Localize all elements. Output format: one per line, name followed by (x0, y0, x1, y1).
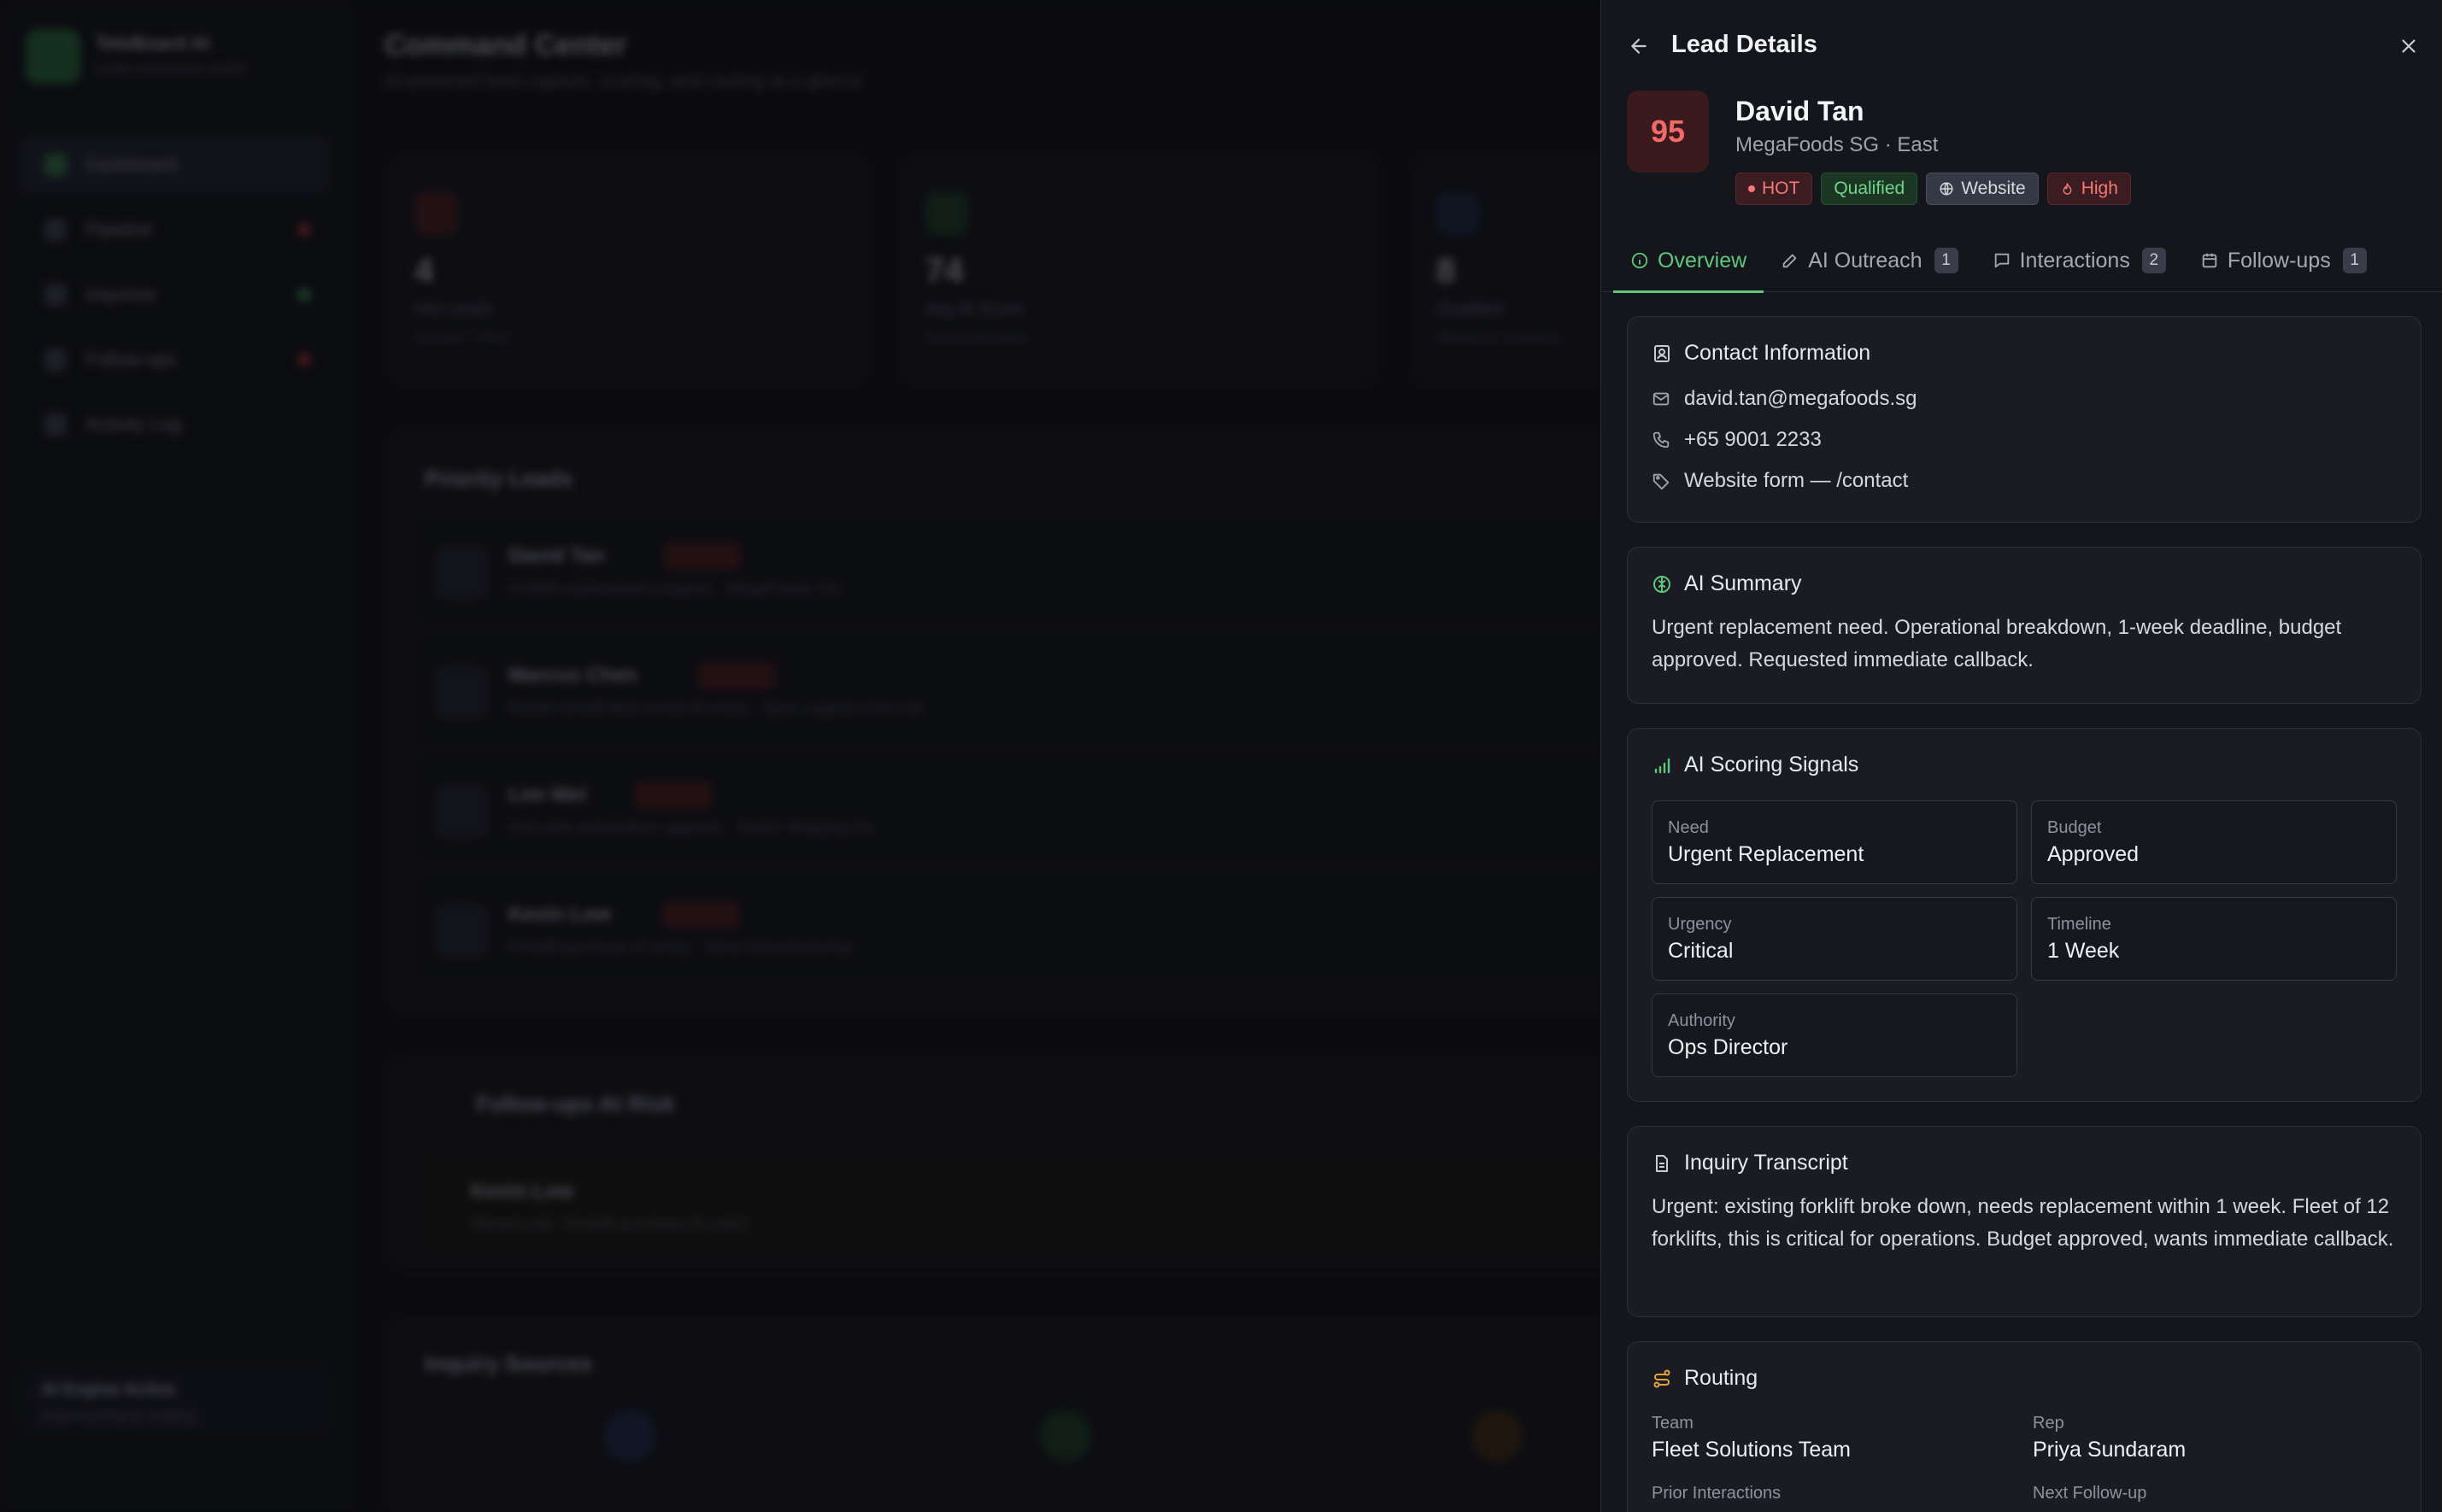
tag-icon (1652, 473, 1670, 490)
card-title-text: Routing (1684, 1366, 1758, 1390)
card-title: Contact Information (1652, 341, 1870, 366)
signal-budget: Budget Approved (2031, 800, 2397, 884)
card-title: AI Summary (1652, 571, 1802, 596)
transcript-text: Urgent: existing forklift broke down, ne… (1652, 1195, 2394, 1251)
card-title: AI Scoring Signals (1652, 753, 1858, 777)
card-title-text: AI Scoring Signals (1684, 753, 1859, 777)
signal-bars-icon (1654, 758, 1670, 773)
next-follow-up-label: Next Follow-up (2033, 1484, 2147, 1503)
card-title: Inquiry Transcript (1652, 1151, 1848, 1175)
inquiry-transcript-card: Inquiry Transcript Urgent: existing fork… (1627, 1126, 2421, 1317)
signal-value: Approved (2047, 842, 2140, 866)
lead-details-drawer: Lead Details 95 David Tan MegaFoods SG ·… (1600, 0, 2442, 1512)
modal-scrim[interactable] (0, 0, 1600, 1512)
back-button[interactable] (1622, 29, 1656, 63)
card-title-text: Inquiry Transcript (1684, 1151, 1848, 1175)
tab-overview[interactable]: Overview (1613, 229, 1764, 293)
phone-value: +65 9001 2233 (1684, 428, 1822, 451)
pencil-icon (1782, 254, 1797, 268)
lead-header: 95 David Tan MegaFoods SG · East HOT Qua… (1627, 91, 2421, 219)
mail-icon (1652, 392, 1670, 406)
email-value: david.tan@megafoods.sg (1684, 387, 1917, 410)
signal-key: Timeline (2047, 915, 2111, 934)
tab-label: Follow-ups (2227, 248, 2331, 273)
signal-key: Need (1668, 818, 1709, 837)
qualified-badge: Qualified (1821, 173, 1918, 205)
signal-value: Urgent Replacement (1668, 842, 1864, 866)
tab-count-badge: 1 (1934, 248, 1958, 273)
signal-key: Authority (1668, 1011, 1735, 1030)
ai-summary-text: Urgent replacement need. Operational bre… (1652, 616, 2342, 671)
document-icon (1656, 1154, 1668, 1172)
badge-label: High (2081, 179, 2118, 198)
flame-icon (2063, 182, 2072, 195)
hot-dot-icon (1748, 185, 1755, 192)
rep-label: Rep (2033, 1414, 2064, 1433)
signal-key: Urgency (1668, 915, 1732, 934)
signal-need: Need Urgent Replacement (1652, 800, 2017, 884)
source-badge: Website (1926, 173, 2039, 205)
contact-card: Contact Information david.tan@megafoods.… (1627, 316, 2421, 523)
signal-value: Ops Director (1668, 1035, 1788, 1059)
tab-count-badge: 1 (2342, 248, 2367, 273)
rep-value: Priya Sundaram (2033, 1438, 2187, 1462)
hot-badge: HOT (1735, 173, 1813, 205)
tab-follow-ups[interactable]: Follow-ups 1 (2183, 229, 2384, 292)
phone-icon (1652, 431, 1670, 448)
signal-value: Critical (1668, 939, 1734, 963)
tab-label: Overview (1658, 248, 1747, 273)
ai-signals-card: AI Scoring Signals Need Urgent Replaceme… (1627, 728, 2421, 1102)
priority-badge: High (2046, 173, 2131, 205)
tab-label: Interactions (2019, 248, 2130, 273)
contact-source: Website form — /contact (1652, 469, 1908, 493)
route-icon (1653, 1369, 1670, 1387)
card-title: Routing (1652, 1366, 1758, 1391)
drawer-tabs: Overview AI Outreach 1 Interactions 2 Fo… (1601, 229, 2442, 293)
signal-urgency: Urgency Critical (1652, 897, 2017, 981)
badge-label: HOT (1762, 179, 1800, 198)
routing-card: Routing Team Fleet Solutions Team Rep Pr… (1627, 1341, 2421, 1512)
signal-timeline: Timeline 1 Week (2031, 897, 2397, 981)
contact-phone[interactable]: +65 9001 2233 (1652, 428, 1822, 452)
arrow-left-icon (1631, 38, 1647, 54)
badge-label: Website (1961, 179, 2026, 198)
prior-interactions-label: Prior Interactions (1652, 1484, 1782, 1503)
calendar-icon (2202, 253, 2217, 268)
card-title-text: Contact Information (1684, 341, 1871, 365)
lead-company: MegaFoods SG · East (1735, 133, 1939, 156)
tab-label: AI Outreach (1808, 248, 1922, 273)
tab-interactions[interactable]: Interactions 2 (1975, 229, 2183, 292)
badge-label: Qualified (1834, 179, 1905, 198)
contact-email[interactable]: david.tan@megafoods.sg (1652, 387, 1917, 411)
team-value: Fleet Solutions Team (1652, 1438, 1851, 1462)
info-icon (1631, 252, 1648, 269)
signal-authority: Authority Ops Director (1652, 993, 2017, 1077)
lead-name: David Tan (1735, 96, 1864, 126)
drawer-header: Lead Details (1601, 0, 2442, 89)
globe-icon (1940, 182, 1953, 196)
close-button[interactable] (2392, 29, 2426, 63)
brain-icon (1653, 575, 1670, 593)
drawer-title: Lead Details (1671, 31, 1817, 58)
contact-icon (1654, 344, 1670, 362)
card-title-text: AI Summary (1684, 571, 1802, 595)
ai-summary-card: AI Summary Urgent replacement need. Oper… (1627, 547, 2421, 704)
lead-score: 95 (1627, 91, 1709, 173)
chat-icon (1994, 253, 2009, 268)
source-value: Website form — /contact (1684, 469, 1909, 492)
tab-count-badge: 2 (2141, 248, 2166, 273)
signal-value: 1 Week (2047, 939, 2120, 963)
signal-key: Budget (2047, 818, 2102, 837)
close-icon (2402, 39, 2416, 53)
team-label: Team (1652, 1414, 1694, 1433)
lead-badges: HOT Qualified Website High (1735, 173, 2131, 205)
tab-ai-outreach[interactable]: AI Outreach 1 (1764, 229, 1975, 292)
